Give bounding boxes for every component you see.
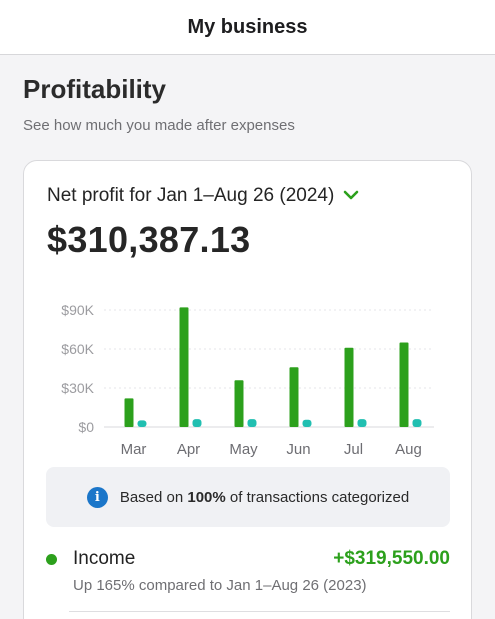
section-subtitle: See how much you made after expenses — [23, 117, 295, 134]
top-bar: My business — [0, 0, 495, 55]
x-tick-label: May — [229, 441, 258, 458]
y-tick-label: $60K — [61, 341, 94, 357]
period-selector[interactable]: Net profit for Jan 1–Aug 26 (2024) — [47, 185, 360, 207]
income-comparison: Up 165% compared to Jan 1–Aug 26 (2023) — [73, 577, 367, 594]
expense-bar — [137, 420, 147, 427]
divider — [69, 611, 450, 612]
period-label: Net profit for Jan 1–Aug 26 (2024) — [47, 185, 335, 206]
income-bar — [399, 342, 409, 427]
info-icon[interactable]: i — [86, 486, 108, 508]
income-bar — [179, 307, 189, 427]
y-tick-label: $30K — [61, 380, 94, 396]
x-tick-label: Jul — [344, 441, 363, 458]
x-tick-label: Aug — [395, 441, 422, 458]
expense-bar — [357, 419, 367, 427]
categorized-info-banner: i Based on 100% of transactions categori… — [46, 467, 450, 527]
x-tick-label: Jun — [286, 441, 310, 458]
income-label: Income — [73, 548, 136, 569]
chevron-down-icon[interactable] — [342, 190, 360, 202]
expense-bar — [412, 419, 422, 427]
page-title: My business — [187, 15, 308, 38]
income-row[interactable]: Income +$319,550.00 — [46, 545, 450, 573]
expense-bar — [192, 419, 202, 427]
income-bar — [124, 398, 134, 427]
income-bar — [289, 367, 299, 427]
section-title: Profitability — [23, 74, 167, 104]
net-profit-amount: $310,387.13 — [47, 219, 251, 260]
x-tick-label: Apr — [177, 441, 200, 458]
y-tick-label: $0 — [78, 419, 94, 435]
income-legend-dot — [46, 553, 57, 565]
income-value: +$319,550.00 — [333, 548, 450, 569]
income-bar — [234, 380, 244, 427]
x-tick-label: Mar — [121, 441, 147, 458]
y-tick-label: $90K — [61, 302, 94, 318]
income-bar — [344, 347, 354, 427]
expense-bar — [302, 419, 312, 427]
net-profit-chart: $0 $30K $60K $90K Mar Apr May Jun Jul Aug — [61, 302, 434, 458]
profitability-card[interactable]: Net profit for Jan 1–Aug 26 (2024) $310,… — [23, 160, 472, 619]
expense-bar — [247, 419, 257, 427]
categorized-info-text: Based on 100% of transactions categorize… — [119, 488, 410, 506]
